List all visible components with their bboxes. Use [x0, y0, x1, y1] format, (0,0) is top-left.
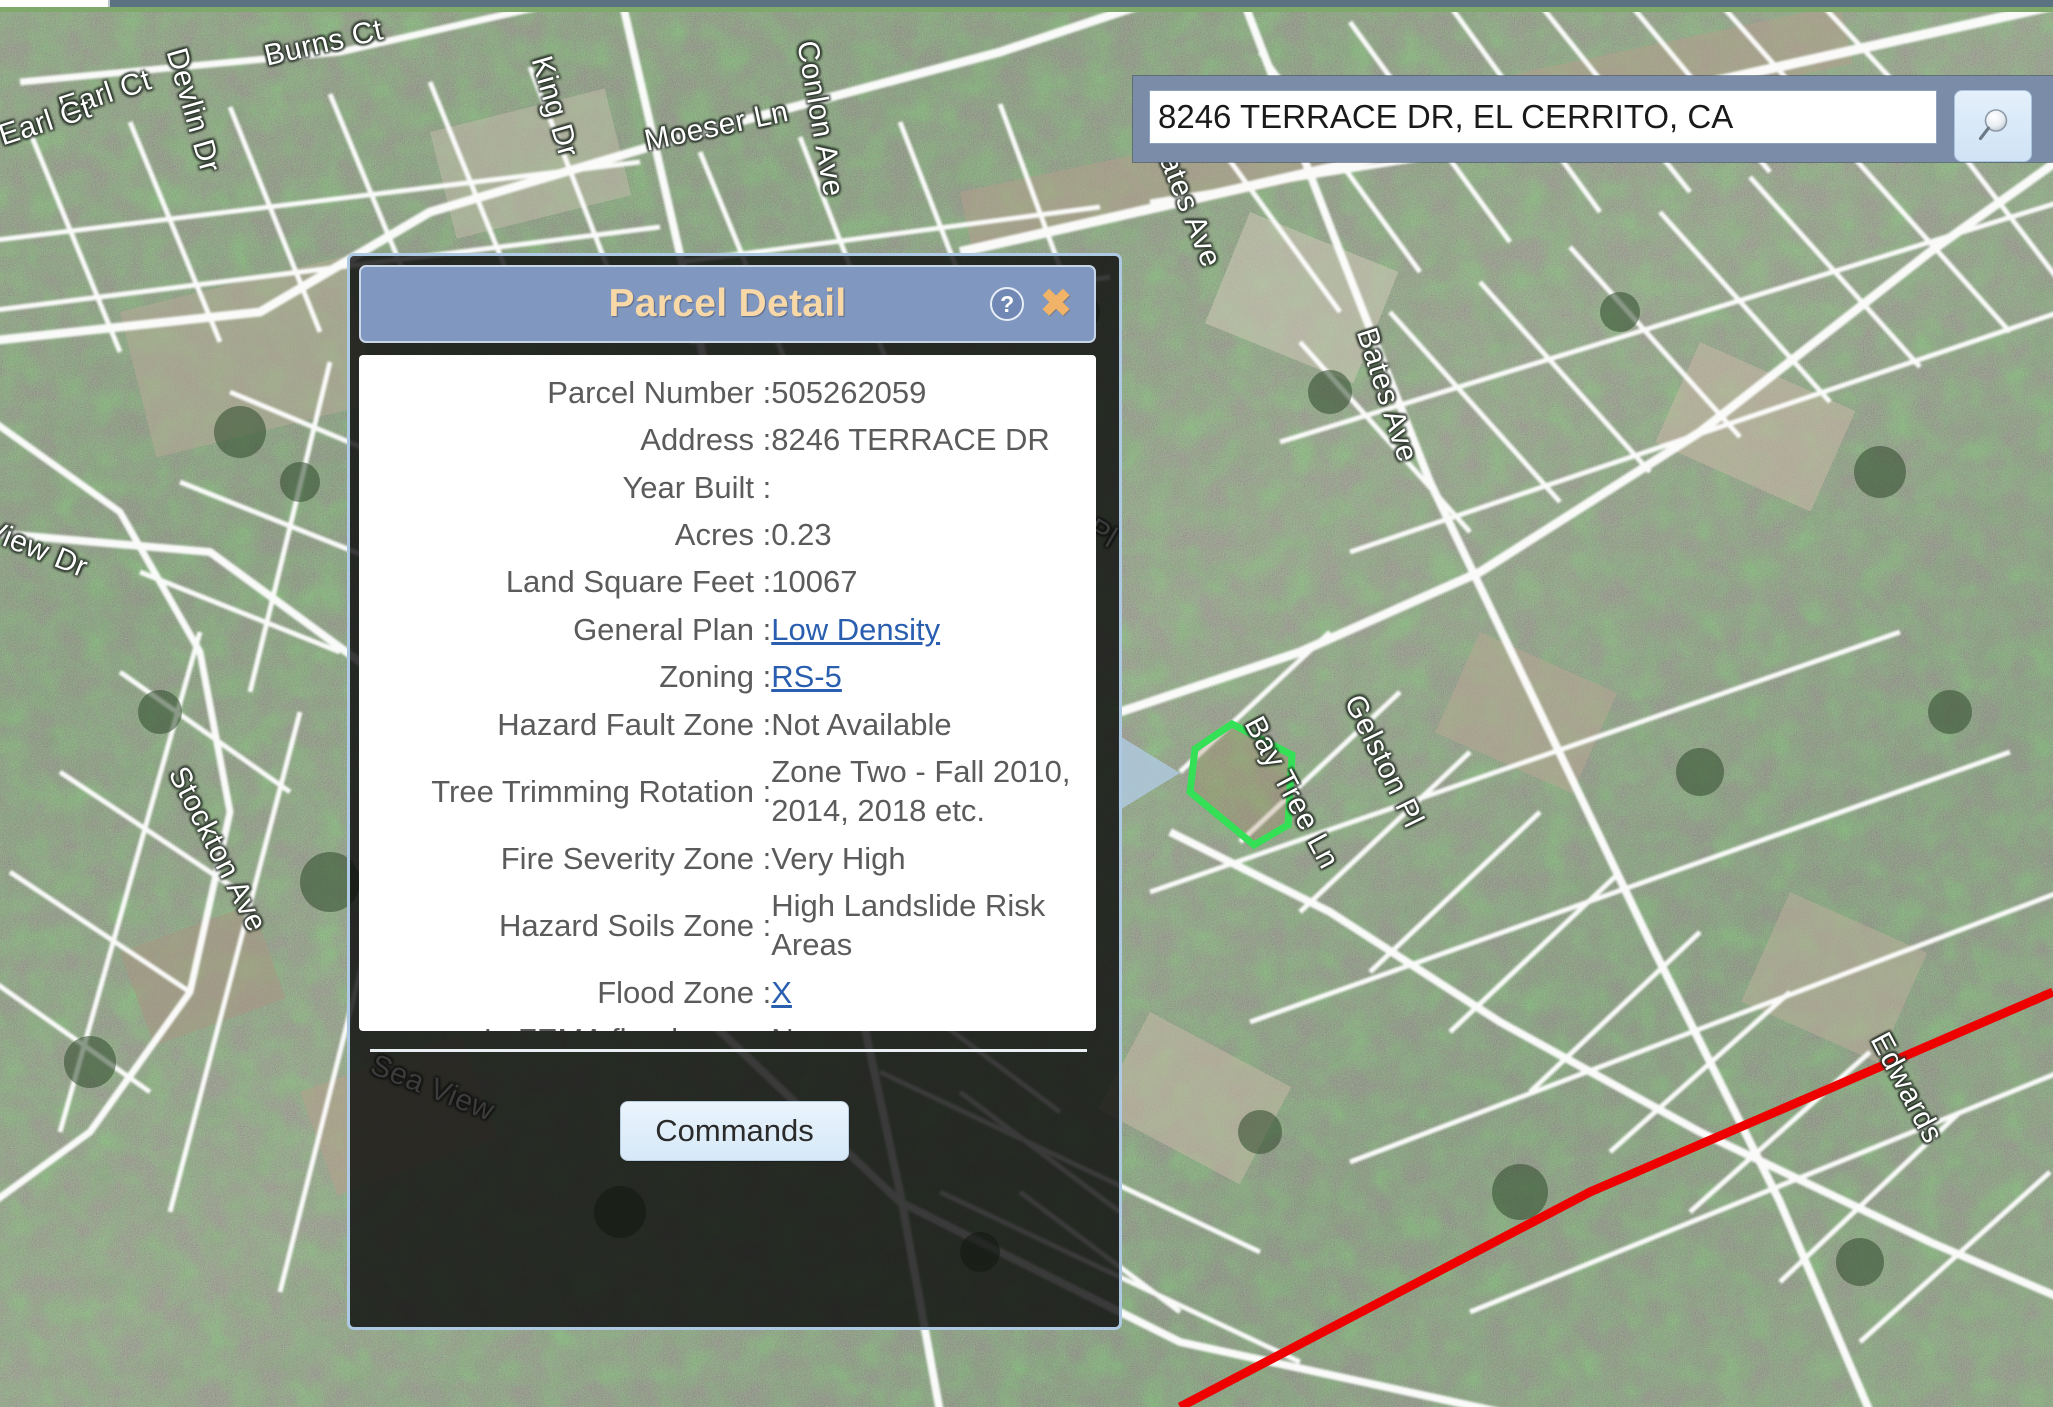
- detail-value-link[interactable]: RS-5: [771, 659, 842, 694]
- detail-value-link[interactable]: Low Density: [771, 612, 940, 647]
- parcel-detail-body: Parcel Number :505262059 Address :8246 TE…: [359, 355, 1096, 1031]
- page-title: Parcel Detail: [608, 282, 847, 325]
- detail-value: [771, 464, 1092, 511]
- top-chrome-strip: [108, 0, 2053, 7]
- detail-label: Parcel Number :: [547, 375, 772, 410]
- detail-label: In FEMA flood zone :: [363, 1016, 771, 1031]
- search-bar-inner: [1149, 90, 2032, 162]
- detail-row: Fire Severity Zone : Very High: [363, 835, 1092, 882]
- parcel-viewer-app: Earl Ct Earl Ct Devlin Dr Burns Ct King Dr Mo…: [0, 0, 2053, 1407]
- detail-value: Not Available: [771, 706, 952, 742]
- detail-value[interactable]: X: [771, 969, 1092, 1016]
- detail-label: Acres :: [674, 517, 772, 553]
- detail-row: Land Square Feet :10067: [363, 558, 1092, 605]
- detail-label: General Plan :: [573, 611, 772, 647]
- detail-row: Zoning : RS-5: [363, 653, 1092, 700]
- detail-label: Zoning :: [659, 659, 772, 695]
- detail-row: Parcel Number :505262059: [363, 369, 1092, 416]
- detail-row: Acres :0.23: [363, 511, 1092, 558]
- popup-divider: [370, 1049, 1087, 1052]
- search-input[interactable]: [1149, 90, 1937, 144]
- detail-value-link[interactable]: X: [771, 975, 792, 1010]
- detail-row: Year Built :: [363, 464, 1092, 511]
- detail-row: Flood Zone :X: [363, 969, 1092, 1016]
- close-icon[interactable]: ✖: [1040, 285, 1072, 323]
- detail-label: Year Built :: [622, 469, 772, 505]
- detail-value: 505262059: [771, 375, 927, 410]
- detail-value: 0.23: [771, 517, 832, 553]
- search-button[interactable]: [1954, 90, 2032, 162]
- popup-footer: Commands: [350, 1101, 1119, 1161]
- detail-label: Hazard Fault Zone :: [497, 706, 772, 742]
- detail-label: Land Square Feet :: [505, 564, 772, 600]
- detail-row: Tree Trimming Rotation : Zone Two - Fall …: [363, 748, 1092, 835]
- detail-value: No: [771, 1016, 1092, 1031]
- detail-label: Address :: [640, 422, 772, 458]
- parcel-detail-popup: Parcel Detail ? ✖ Parcel Number :5052620…: [347, 253, 1122, 1330]
- detail-row: Hazard Fault Zone : Not Available: [363, 701, 1092, 748]
- detail-value: Zone Two - Fall 2010, 2014, 2018 etc.: [771, 753, 1071, 829]
- help-icon[interactable]: ?: [990, 287, 1025, 321]
- popup-header: Parcel Detail ? ✖: [359, 265, 1096, 343]
- detail-value: High Landslide Risk Areas: [771, 887, 1046, 963]
- detail-label: Fire Severity Zone :: [500, 840, 772, 876]
- detail-value[interactable]: Low Density: [771, 606, 1092, 653]
- detail-label: Tree Trimming Rotation :: [431, 773, 772, 809]
- top-chrome-tab: [0, 0, 110, 7]
- magnifier-icon: [1978, 109, 2008, 141]
- detail-value: 8246 TERRACE DR: [771, 422, 1050, 458]
- detail-value: 10067: [771, 564, 858, 600]
- parcel-detail-table: Parcel Number :505262059 Address :8246 TE…: [363, 369, 1092, 1031]
- popup-callout-tail: [1118, 735, 1180, 811]
- detail-row: Hazard Soils Zone : High Landslide Risk A…: [363, 882, 1092, 969]
- detail-row: In FEMA flood zone :No: [363, 1016, 1092, 1031]
- detail-label: Hazard Soils Zone :: [499, 907, 772, 943]
- commands-button[interactable]: Commands: [620, 1101, 849, 1161]
- detail-value: Very High: [771, 840, 906, 876]
- detail-label: Flood Zone :: [597, 974, 772, 1010]
- detail-row: General Plan : Low Density: [363, 606, 1092, 653]
- detail-row: Address :8246 TERRACE DR: [363, 416, 1092, 463]
- search-bar: [1133, 76, 2053, 162]
- detail-value[interactable]: RS-5: [771, 653, 1092, 700]
- popup-header-buttons: ? ✖: [990, 285, 1072, 323]
